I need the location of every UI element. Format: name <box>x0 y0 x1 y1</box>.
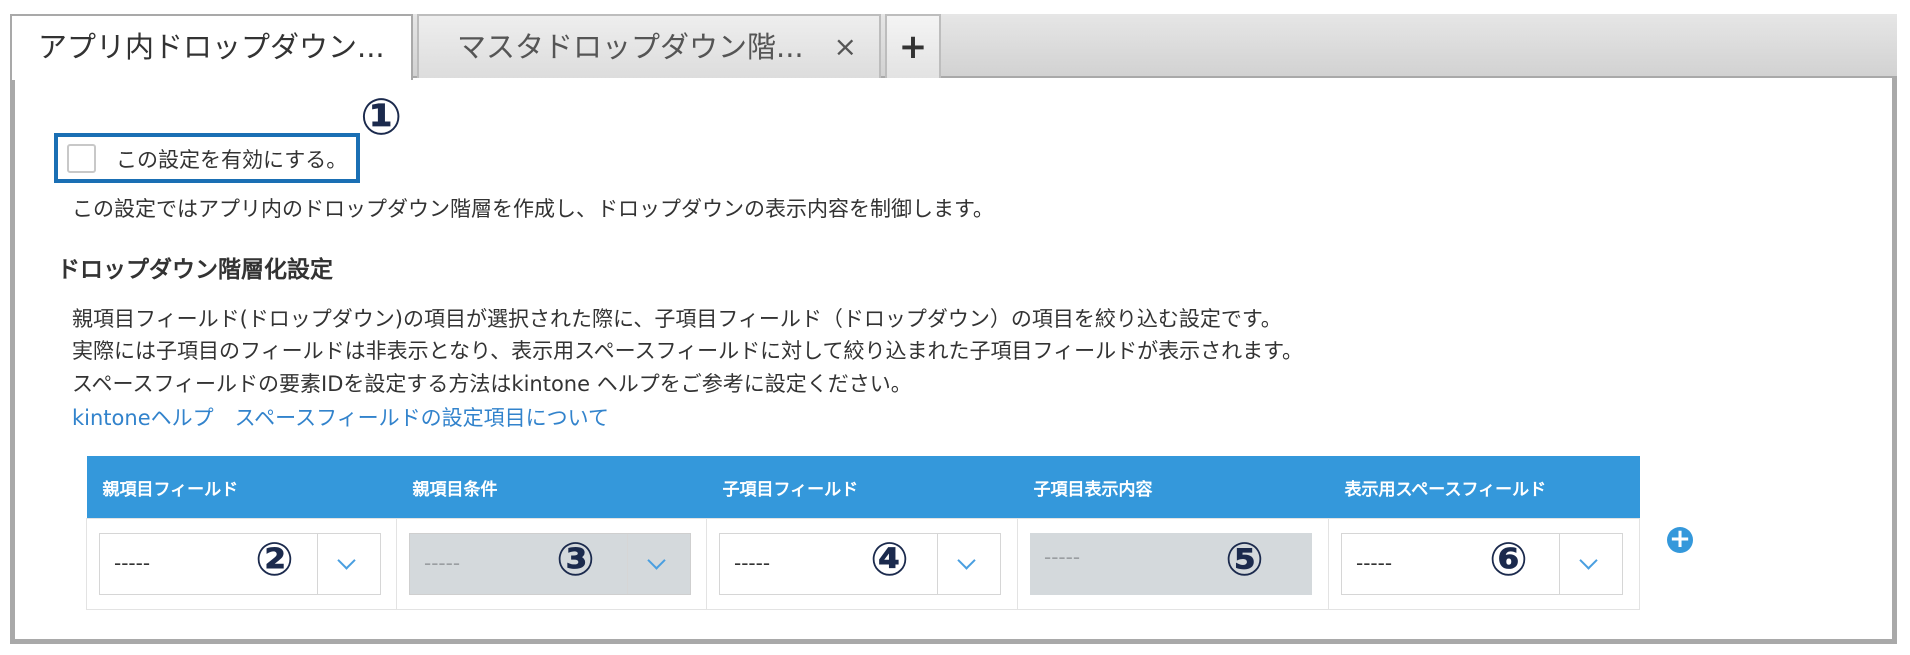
parent-condition-value: ----- <box>424 551 461 575</box>
section-line-2: 実際には子項目のフィールドは非表示となり、表示用スペースフィールドに対して絞り込… <box>72 339 1304 363</box>
table-header-row: 親項目フィールド 親項目条件 子項目フィールド 子項目表示内容 表示用スペースフ… <box>86 456 1640 519</box>
callout-1: ① <box>360 88 403 146</box>
callout-4: ④ <box>870 532 909 586</box>
hierarchy-settings-table: 親項目フィールド 親項目条件 子項目フィールド 子項目表示内容 表示用スペースフ… <box>86 456 1640 610</box>
enable-checkbox[interactable] <box>67 144 96 173</box>
callout-5: ⑤ <box>1225 532 1264 586</box>
parent-field-dropdown-toggle[interactable] <box>317 534 380 594</box>
chevron-down-icon <box>1579 551 1598 570</box>
kintone-help-link[interactable]: kintoneヘルプ スペースフィールドの設定項目について <box>72 402 609 432</box>
enable-setting-highlight: この設定を有効にする。 <box>54 133 360 183</box>
tab-master-dropdown-label: マスタドロップダウン階... <box>457 30 804 64</box>
tab-strip: アプリ内ドロップダウン... マスタドロップダウン階... × + <box>10 14 1897 80</box>
header-space-field: 表示用スペースフィールド <box>1328 456 1640 519</box>
child-field-dropdown-toggle[interactable] <box>937 534 1000 594</box>
child-display-value: ----- <box>1044 545 1081 569</box>
table-row: ----- ② ----- ③ ----- ④ ----- ⑤ ----- ⑥ <box>86 518 1640 610</box>
parent-field-select[interactable]: ----- <box>99 533 381 595</box>
header-child-display: 子項目表示内容 <box>1017 456 1329 519</box>
add-tab-button[interactable]: + <box>885 14 941 80</box>
parent-field-value: ----- <box>114 551 151 575</box>
enable-checkbox-label[interactable]: この設定を有効にする。 <box>116 144 347 174</box>
callout-6: ⑥ <box>1489 532 1528 586</box>
child-field-value: ----- <box>734 551 771 575</box>
cell-space-field: ----- ⑥ <box>1328 518 1640 610</box>
header-child-field: 子項目フィールド <box>706 456 1018 519</box>
chevron-down-icon <box>337 551 356 570</box>
header-parent-condition: 親項目条件 <box>396 456 707 519</box>
tab-app-dropdown[interactable]: アプリ内ドロップダウン... <box>10 14 413 80</box>
cell-parent-condition: ----- ③ <box>396 518 707 610</box>
section-line-1: 親項目フィールド(ドロップダウン)の項目が選択された際に、子項目フィールド（ドロ… <box>72 307 1282 331</box>
callout-2: ② <box>255 532 294 586</box>
cell-parent-field: ----- ② <box>86 518 397 610</box>
parent-condition-select[interactable]: ----- <box>409 533 691 595</box>
add-row-button[interactable]: + <box>1667 526 1693 553</box>
section-heading: ドロップダウン階層化設定 <box>57 257 333 283</box>
child-field-select[interactable]: ----- <box>719 533 1001 595</box>
callout-3: ③ <box>556 532 595 586</box>
parent-condition-dropdown-toggle[interactable] <box>627 534 690 594</box>
chevron-down-icon <box>647 551 666 570</box>
space-field-value: ----- <box>1356 551 1393 575</box>
header-parent-field: 親項目フィールド <box>86 456 397 519</box>
cell-child-display: ----- ⑤ <box>1017 518 1329 610</box>
tab-master-dropdown[interactable]: マスタドロップダウン階... × <box>417 14 881 80</box>
section-line-3: スペースフィールドの要素IDを設定する方法はkintone ヘルプをご参考に設定… <box>72 372 912 396</box>
description-text: この設定ではアプリ内のドロップダウン階層を作成し、ドロップダウンの表示内容を制御… <box>72 197 994 221</box>
chevron-down-icon <box>957 551 976 570</box>
close-icon[interactable]: × <box>834 16 857 78</box>
space-field-dropdown-toggle[interactable] <box>1559 534 1622 594</box>
space-field-select[interactable]: ----- <box>1341 533 1623 595</box>
cell-child-field: ----- ④ <box>706 518 1018 610</box>
child-display-field: ----- <box>1030 533 1312 595</box>
